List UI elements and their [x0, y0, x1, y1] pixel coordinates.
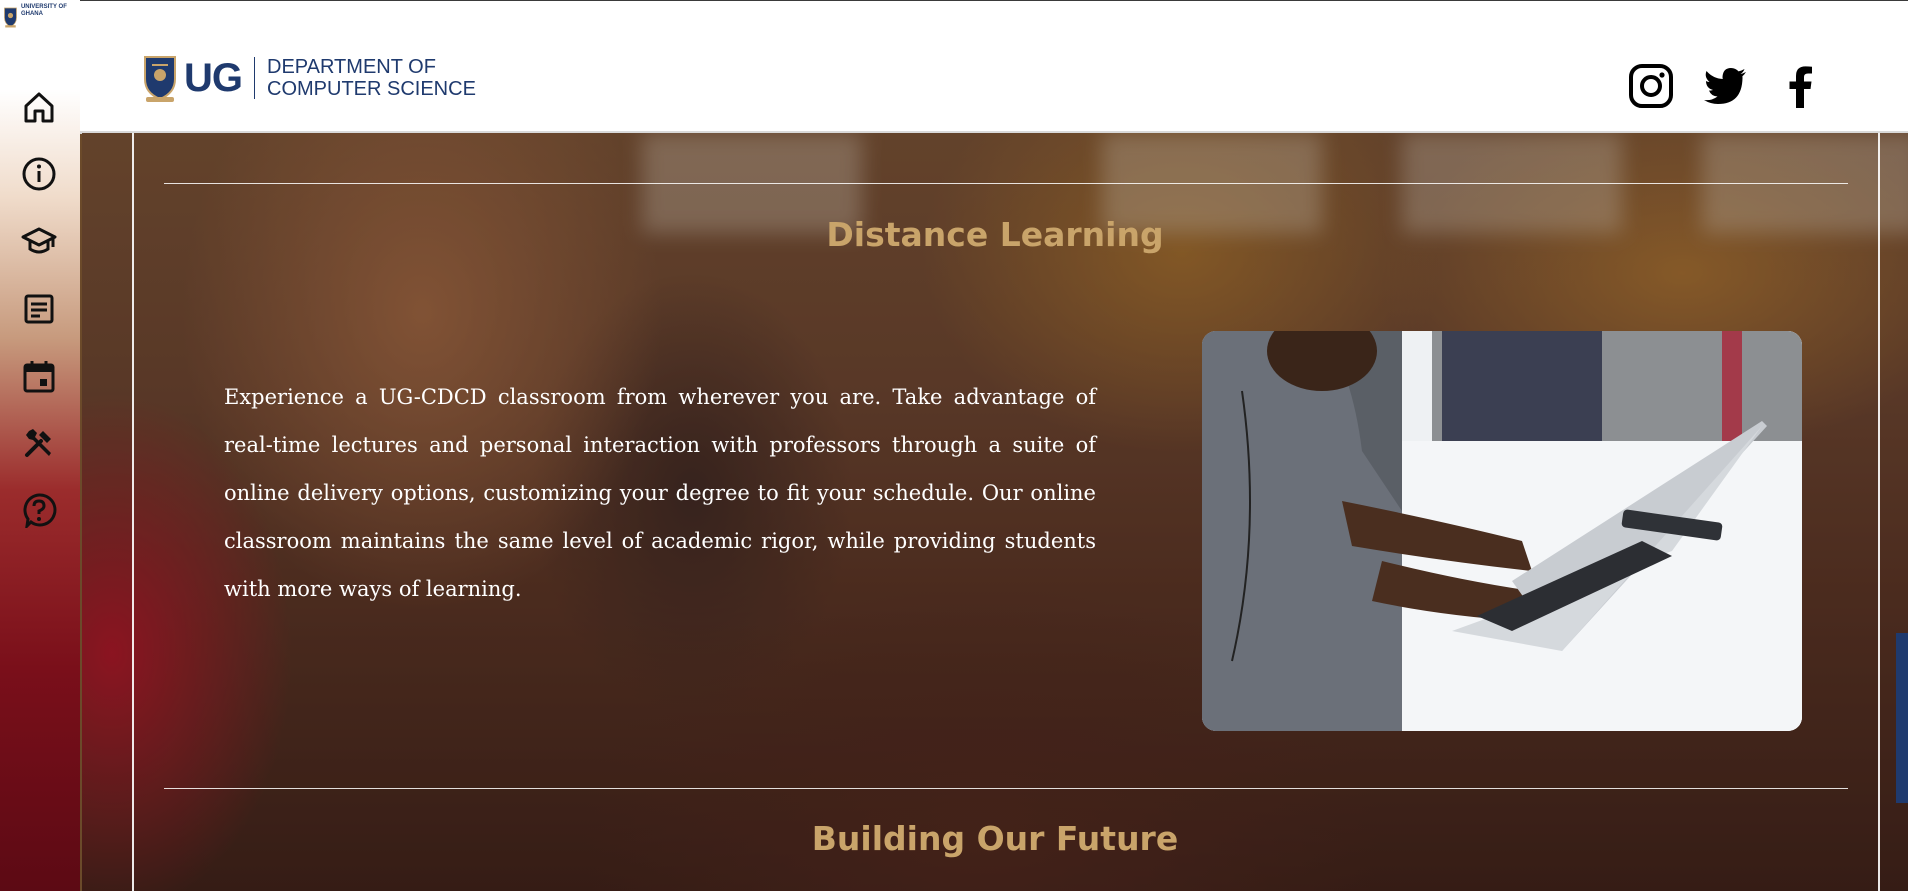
facebook-icon[interactable]: [1776, 61, 1826, 111]
main-banner: Distance Learning Experience a UG-CDCD c…: [82, 133, 1908, 891]
instagram-icon[interactable]: [1626, 61, 1676, 111]
site-header: UG DEPARTMENT OF COMPUTER SCIENCE: [80, 0, 1908, 134]
home-icon[interactable]: [20, 88, 58, 126]
section-title-building-our-future: Building Our Future: [811, 819, 1179, 858]
student-laptop-image: [1202, 331, 1802, 731]
logo-divider: [254, 57, 255, 99]
section-title-distance-learning: Distance Learning: [826, 215, 1164, 254]
document-icon[interactable]: [20, 290, 58, 328]
department-logo[interactable]: UG DEPARTMENT OF COMPUTER SCIENCE: [142, 53, 476, 103]
calendar-icon[interactable]: [20, 357, 58, 395]
twitter-icon[interactable]: [1700, 61, 1750, 111]
department-name-line1: DEPARTMENT OF: [267, 56, 436, 78]
ug-sidebar-logo-text: UNIVERSITY OF GHANA: [20, 4, 67, 17]
distance-learning-description: Experience a UG-CDCD classroom from wher…: [224, 385, 1096, 601]
student-laptop-illustration: [1202, 331, 1802, 731]
sidebar: UNIVERSITY OF GHANA: [0, 0, 82, 891]
department-name: DEPARTMENT OF COMPUTER SCIENCE: [267, 56, 476, 100]
tools-icon[interactable]: [20, 424, 58, 462]
section-divider: [164, 788, 1848, 789]
help-icon[interactable]: [20, 491, 58, 529]
section-divider: [164, 183, 1848, 184]
ug-crest-icon: [4, 7, 17, 28]
ug-sidebar-logo[interactable]: UNIVERSITY OF GHANA: [3, 2, 73, 36]
graduation-cap-icon[interactable]: [20, 222, 58, 260]
side-tab[interactable]: [1896, 633, 1908, 803]
department-name-line2: COMPUTER SCIENCE: [267, 78, 476, 100]
ug-crest-icon: [144, 56, 176, 102]
ug-logo-letters: UG: [184, 55, 243, 100]
info-icon[interactable]: [20, 155, 58, 193]
